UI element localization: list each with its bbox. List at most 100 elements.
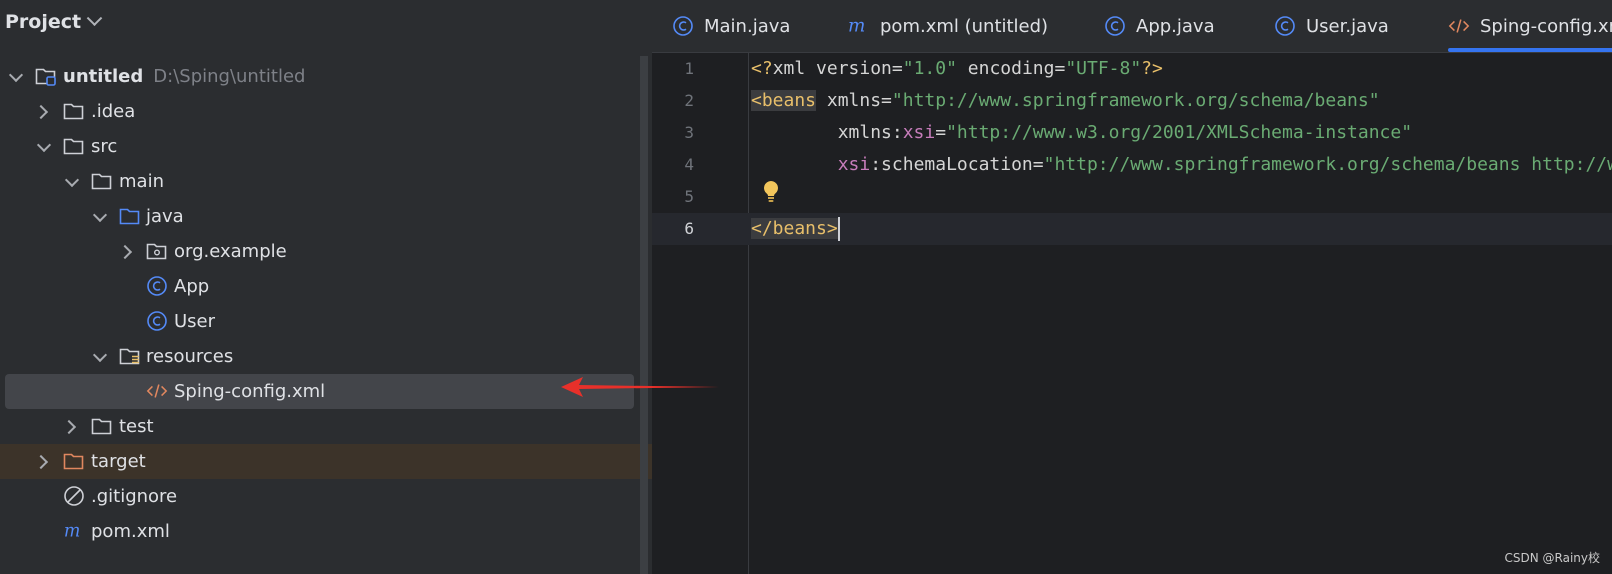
code-line-5[interactable]: 5 xyxy=(652,181,1612,213)
tree-item-resources[interactable]: resources xyxy=(0,339,640,374)
chevron-down-icon[interactable] xyxy=(64,172,80,188)
ide-window: Project untitled D:\Sping\untitled .idea xyxy=(0,0,1612,574)
svg-text:m: m xyxy=(848,16,865,37)
tree-item-user[interactable]: User xyxy=(0,304,640,339)
class-icon xyxy=(146,311,168,331)
line-number: 4 xyxy=(684,155,694,174)
tree-item-label: .gitignore xyxy=(91,486,178,507)
chevron-right-icon[interactable] xyxy=(33,454,49,470)
chevron-down-icon[interactable] xyxy=(92,207,108,223)
tab-label: Sping-config.xml xyxy=(1480,15,1612,37)
tab-label: App.java xyxy=(1136,15,1215,37)
source-folder-icon xyxy=(119,206,141,226)
tree-item-label: target xyxy=(91,451,146,472)
tree-item-label: .idea xyxy=(91,101,136,122)
module-folder-icon xyxy=(35,66,57,86)
tree-item-src[interactable]: src xyxy=(0,129,640,164)
tree-item-main[interactable]: main xyxy=(0,164,640,199)
text-caret xyxy=(837,217,840,241)
xml-value: "http://www.w3.org/2001/XMLSchema-instan… xyxy=(946,122,1413,143)
class-icon xyxy=(672,15,694,37)
tab-sping-config-xml[interactable]: Sping-config.xml xyxy=(1448,0,1612,52)
tab-pom-xml[interactable]: m pom.xml (untitled) xyxy=(848,0,1048,52)
xml-value: "UTF-8" xyxy=(1065,58,1142,79)
chevron-right-icon[interactable] xyxy=(117,244,133,260)
tree-item-java[interactable]: java xyxy=(0,199,640,234)
chevron-down-icon[interactable] xyxy=(92,347,108,363)
resources-folder-icon xyxy=(119,346,141,366)
project-title: Project xyxy=(5,11,82,33)
tree-item-label: pom.xml xyxy=(91,521,170,542)
tree-item-gitignore[interactable]: .gitignore xyxy=(0,479,640,514)
package-icon xyxy=(146,241,168,261)
project-view-selector[interactable]: Project xyxy=(5,8,103,36)
tree-item-untitled[interactable]: untitled D:\Sping\untitled xyxy=(0,59,640,94)
code-line-2[interactable]: 2 <beans xmlns="http://www.springframewo… xyxy=(652,85,1612,117)
tree-item-idea[interactable]: .idea xyxy=(0,94,640,129)
project-scrollbar[interactable] xyxy=(640,56,648,574)
tree-item-label: User xyxy=(174,311,216,332)
tree-item-label: src xyxy=(91,136,118,157)
xml-namespace: xsi xyxy=(837,154,871,175)
editor-area: Main.java m pom.xml (untitled) App.java … xyxy=(652,0,1612,574)
ignore-file-icon xyxy=(63,486,85,506)
xml-equals: = xyxy=(935,122,947,143)
chevron-down-icon[interactable] xyxy=(8,67,24,83)
tree-item-org-example[interactable]: org.example xyxy=(0,234,640,269)
line-number: 5 xyxy=(684,187,694,206)
lightbulb-icon[interactable] xyxy=(762,180,780,208)
xml-attr-encoding: encoding= xyxy=(956,58,1066,79)
tree-item-sping-config-xml[interactable]: Sping-config.xml xyxy=(0,374,640,409)
chevron-right-icon[interactable] xyxy=(33,104,49,120)
project-path: D:\Sping\untitled xyxy=(153,66,306,87)
chevron-right-icon[interactable] xyxy=(61,419,77,435)
tree-item-label: main xyxy=(119,171,164,192)
line-number: 6 xyxy=(684,219,694,238)
xml-attr-xmlns: xmlns= xyxy=(816,90,892,111)
class-icon xyxy=(1104,15,1126,37)
tree-item-pom-xml[interactable]: m pom.xml xyxy=(0,514,640,549)
tree-item-target[interactable]: target xyxy=(0,444,652,479)
xml-namespace: xsi xyxy=(902,122,936,143)
tree-item-label: org.example xyxy=(174,241,287,262)
xml-value: "http://www.springframework.org/schema/b… xyxy=(1043,154,1612,175)
tree-item-label: resources xyxy=(146,346,234,367)
watermark: CSDN @Rainy校 xyxy=(1504,551,1601,565)
xml-file-icon xyxy=(146,381,168,401)
tree-item-label: test xyxy=(119,416,154,437)
code-line-3[interactable]: 3 xmlns:xsi="http://www.w3.org/2001/XMLS… xyxy=(652,117,1612,149)
xml-decl-name: xml xyxy=(772,58,806,79)
svg-text:m: m xyxy=(64,522,81,542)
tree-item-label: java xyxy=(146,206,184,227)
annotation-arrow-icon xyxy=(561,377,719,397)
tab-app-java[interactable]: App.java xyxy=(1104,0,1215,52)
code-line-4[interactable]: 4 xsi:schemaLocation="http://www.springf… xyxy=(652,149,1612,181)
maven-file-icon: m xyxy=(63,521,85,542)
chevron-down-icon[interactable] xyxy=(36,137,52,153)
xml-attr-schema-location: :schemaLocation= xyxy=(870,154,1044,175)
tree-item-label: untitled xyxy=(63,66,144,87)
chevron-down-icon xyxy=(86,9,103,26)
class-icon xyxy=(1274,15,1296,37)
code-line-6[interactable]: 6 </beans> xyxy=(652,213,1612,245)
line-number: 3 xyxy=(684,123,694,142)
tab-label: Main.java xyxy=(704,15,791,37)
xml-file-icon xyxy=(1448,15,1470,37)
xml-attr-version: version= xyxy=(805,58,903,79)
project-tool-window: Project untitled D:\Sping\untitled .idea xyxy=(0,0,652,574)
xml-attr-xmlns: xmlns: xyxy=(826,122,903,143)
folder-icon xyxy=(63,101,85,121)
folder-icon xyxy=(91,416,113,436)
code-line-1[interactable]: 1 <?xml version="1.0" encoding="UTF-8"?> xyxy=(652,53,1612,85)
tree-item-app[interactable]: App xyxy=(0,269,640,304)
line-number: 1 xyxy=(684,59,694,78)
editor-tabs: Main.java m pom.xml (untitled) App.java … xyxy=(652,0,1612,53)
tab-main-java[interactable]: Main.java xyxy=(672,0,790,52)
class-icon xyxy=(146,276,168,296)
folder-icon xyxy=(91,171,113,191)
tab-user-java[interactable]: User.java xyxy=(1274,0,1389,52)
tree-item-label: Sping-config.xml xyxy=(174,381,326,402)
tree-item-test[interactable]: test xyxy=(0,409,640,444)
xml-decl-close: ?> xyxy=(1141,58,1163,79)
